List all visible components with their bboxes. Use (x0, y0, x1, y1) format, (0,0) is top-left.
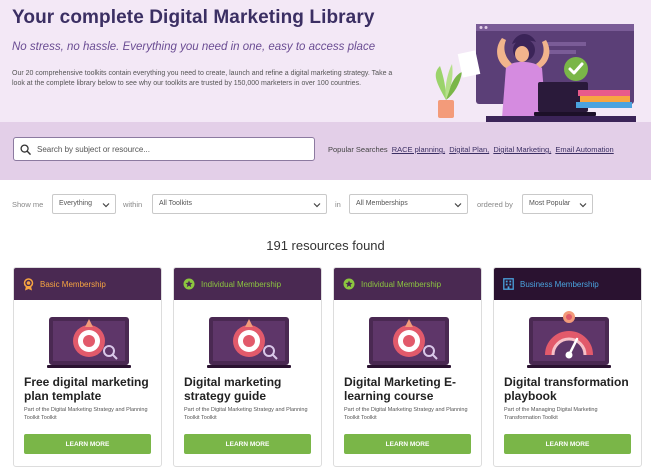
card-membership-header: Individual Membership (334, 268, 481, 300)
popular-link-race-planning[interactable]: RACE planning, (392, 145, 445, 154)
medal-icon (23, 277, 34, 290)
card-membership-label: Business Membership (520, 279, 599, 289)
card-toolkit-subtitle: Part of the Managing Digital Marketing T… (504, 407, 598, 421)
card-toolkit-subtitle: Part of the Digital Marketing Strategy a… (184, 407, 308, 421)
learn-more-button[interactable]: LEARN MORE (504, 434, 631, 454)
search-icon (20, 143, 31, 155)
in-label: in (335, 200, 341, 209)
building-icon (503, 278, 514, 290)
chevron-down-icon (313, 203, 321, 208)
popular-link-digital-plan[interactable]: Digital Plan, (449, 145, 489, 154)
hero-banner: Your complete Digital Marketing Library … (0, 0, 651, 122)
show-me-select[interactable]: Everything (52, 194, 116, 214)
chevron-down-icon (454, 203, 462, 208)
ordered-by-value: Most Popular (529, 200, 571, 207)
search-input[interactable] (37, 144, 307, 154)
hero-tagline: No stress, no hassle. Everything you nee… (12, 41, 376, 53)
resource-card[interactable]: Individual Membership Digital marketing … (173, 267, 322, 467)
search-box[interactable] (13, 137, 315, 161)
in-value: All Memberships (356, 200, 408, 207)
ordered-by-select[interactable]: Most Popular (522, 194, 593, 214)
popular-searches-label: Popular Searches (328, 145, 388, 154)
strategy-wheel-thumbnail-icon (207, 317, 291, 368)
popular-searches: Popular Searches RACE planning, Digital … (328, 145, 614, 154)
chevron-down-icon (579, 203, 587, 208)
show-me-label: Show me (12, 200, 44, 209)
star-badge-icon (343, 278, 355, 290)
gauge-thumbnail-icon (527, 311, 611, 368)
in-select[interactable]: All Memberships (349, 194, 468, 214)
ordered-by-label: ordered by (477, 200, 513, 209)
filter-bar: Show me Everything within All Toolkits i… (12, 194, 642, 214)
strategy-wheel-thumbnail-icon (47, 317, 131, 368)
woman-at-laptop-illustration-icon (435, 24, 636, 122)
within-select[interactable]: All Toolkits (152, 194, 327, 214)
strategy-wheel-thumbnail-icon (367, 317, 451, 368)
card-membership-label: Individual Membership (201, 279, 282, 289)
within-value: All Toolkits (159, 200, 192, 207)
results-count: 191 resources found (266, 238, 385, 253)
card-title[interactable]: Free digital marketing plan template (24, 375, 156, 403)
card-toolkit-subtitle: Part of the Digital Marketing Strategy a… (24, 407, 148, 421)
resource-card[interactable]: Basic Membership Free digital marketing … (13, 267, 162, 467)
card-toolkit-subtitle: Part of the Digital Marketing Strategy a… (344, 407, 468, 421)
resource-card[interactable]: Individual Membership Digital Marketing … (333, 267, 482, 467)
chevron-down-icon (102, 203, 110, 208)
star-badge-icon (183, 278, 195, 290)
resource-card[interactable]: Business Membership Digital transformati… (493, 267, 642, 467)
popular-link-email-automation[interactable]: Email Automation (555, 145, 613, 154)
within-label: within (123, 200, 143, 209)
card-title[interactable]: Digital Marketing E-learning course (344, 375, 476, 403)
search-band: Popular Searches RACE planning, Digital … (0, 122, 651, 180)
card-membership-header: Business Membership (494, 268, 641, 300)
card-membership-header: Basic Membership (14, 268, 161, 300)
learn-more-button[interactable]: LEARN MORE (24, 434, 151, 454)
popular-link-digital-marketing[interactable]: Digital Marketing, (493, 145, 551, 154)
card-membership-header: Individual Membership (174, 268, 321, 300)
show-me-value: Everything (59, 200, 93, 207)
card-membership-label: Basic Membership (40, 279, 106, 289)
page-title: Your complete Digital Marketing Library (12, 7, 375, 28)
card-title[interactable]: Digital marketing strategy guide (184, 375, 316, 403)
card-membership-label: Individual Membership (361, 279, 442, 289)
learn-more-button[interactable]: LEARN MORE (344, 434, 471, 454)
learn-more-button[interactable]: LEARN MORE (184, 434, 311, 454)
hero-description: Our 20 comprehensive toolkits contain ev… (12, 70, 393, 87)
card-title[interactable]: Digital transformation playbook (504, 375, 636, 403)
